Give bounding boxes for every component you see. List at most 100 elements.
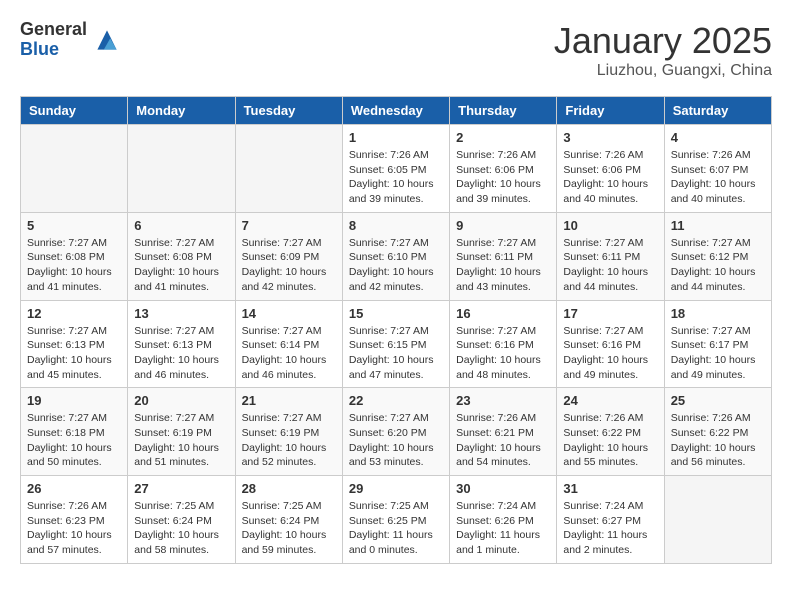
day-number: 26 (27, 481, 121, 496)
day-info: Sunrise: 7:26 AM Sunset: 6:06 PM Dayligh… (563, 148, 657, 207)
calendar-cell: 21Sunrise: 7:27 AM Sunset: 6:19 PM Dayli… (235, 388, 342, 476)
calendar-cell: 16 Sunrise: 7:27 AM Sunset: 6:16 PM Dayli… (450, 300, 557, 388)
calendar-cell: 18Sunrise: 7:27 AM Sunset: 6:17 PM Dayli… (664, 300, 771, 388)
day-number: 29 (349, 481, 443, 496)
day-number: 24 (563, 393, 657, 408)
calendar-cell: 30Sunrise: 7:24 AM Sunset: 6:26 PM Dayli… (450, 476, 557, 564)
logo-general-text: General (20, 20, 87, 40)
calendar-table: SundayMondayTuesdayWednesdayThursdayFrid… (20, 96, 772, 564)
calendar-cell: 13 Sunrise: 7:27 AM Sunset: 6:13 PM Dayli… (128, 300, 235, 388)
day-info: Sunrise: 7:27 AM Sunset: 6:13 PM Dayligh… (27, 324, 121, 383)
day-info: Sunrise: 7:26 AM Sunset: 6:22 PM Dayligh… (671, 411, 765, 470)
calendar-cell: 27Sunrise: 7:25 AM Sunset: 6:24 PM Dayli… (128, 476, 235, 564)
day-info: Sunrise: 7:27 AM Sunset: 6:08 PM Dayligh… (134, 236, 228, 295)
weekday-header-tuesday: Tuesday (235, 97, 342, 125)
day-info: Sunrise: 7:27 AM Sunset: 6:10 PM Dayligh… (349, 236, 443, 295)
day-number: 23 (456, 393, 550, 408)
calendar-cell (235, 125, 342, 213)
weekday-header-sunday: Sunday (21, 97, 128, 125)
day-number: 16 (456, 306, 550, 321)
day-number: 31 (563, 481, 657, 496)
weekday-header-thursday: Thursday (450, 97, 557, 125)
calendar-cell: 26Sunrise: 7:26 AM Sunset: 6:23 PM Dayli… (21, 476, 128, 564)
day-number: 11 (671, 218, 765, 233)
day-number: 3 (563, 130, 657, 145)
day-info: Sunrise: 7:27 AM Sunset: 6:12 PM Dayligh… (671, 236, 765, 295)
day-info: Sunrise: 7:27 AM Sunset: 6:19 PM Dayligh… (134, 411, 228, 470)
day-info: Sunrise: 7:26 AM Sunset: 6:21 PM Dayligh… (456, 411, 550, 470)
calendar-cell: 9 Sunrise: 7:27 AM Sunset: 6:11 PM Daylig… (450, 212, 557, 300)
calendar-cell: 8 Sunrise: 7:27 AM Sunset: 6:10 PM Daylig… (342, 212, 449, 300)
calendar-cell (21, 125, 128, 213)
day-info: Sunrise: 7:26 AM Sunset: 6:07 PM Dayligh… (671, 148, 765, 207)
day-number: 25 (671, 393, 765, 408)
calendar-cell: 10 Sunrise: 7:27 AM Sunset: 6:11 PM Dayli… (557, 212, 664, 300)
day-info: Sunrise: 7:27 AM Sunset: 6:16 PM Dayligh… (563, 324, 657, 383)
title-block: January 2025 Liuzhou, Guangxi, China (554, 20, 772, 80)
week-row-2: 5 Sunrise: 7:27 AM Sunset: 6:08 PM Daylig… (21, 212, 772, 300)
calendar-cell: 7Sunrise: 7:27 AM Sunset: 6:09 PM Daylig… (235, 212, 342, 300)
day-number: 7 (242, 218, 336, 233)
calendar-cell: 23 Sunrise: 7:26 AM Sunset: 6:21 PM Dayli… (450, 388, 557, 476)
day-info: Sunrise: 7:24 AM Sunset: 6:27 PM Dayligh… (563, 499, 657, 558)
day-info: Sunrise: 7:26 AM Sunset: 6:22 PM Dayligh… (563, 411, 657, 470)
calendar-cell (128, 125, 235, 213)
calendar-cell: 29 Sunrise: 7:25 AM Sunset: 6:25 PM Dayli… (342, 476, 449, 564)
day-number: 1 (349, 130, 443, 145)
day-number: 15 (349, 306, 443, 321)
week-row-5: 26Sunrise: 7:26 AM Sunset: 6:23 PM Dayli… (21, 476, 772, 564)
day-number: 2 (456, 130, 550, 145)
day-number: 8 (349, 218, 443, 233)
calendar-cell: 11 Sunrise: 7:27 AM Sunset: 6:12 PM Dayli… (664, 212, 771, 300)
day-number: 4 (671, 130, 765, 145)
day-number: 19 (27, 393, 121, 408)
weekday-header-saturday: Saturday (664, 97, 771, 125)
day-info: Sunrise: 7:27 AM Sunset: 6:16 PM Dayligh… (456, 324, 550, 383)
day-info: Sunrise: 7:27 AM Sunset: 6:11 PM Dayligh… (563, 236, 657, 295)
day-number: 9 (456, 218, 550, 233)
day-info: Sunrise: 7:26 AM Sunset: 6:05 PM Dayligh… (349, 148, 443, 207)
day-info: Sunrise: 7:27 AM Sunset: 6:11 PM Dayligh… (456, 236, 550, 295)
day-info: Sunrise: 7:27 AM Sunset: 6:13 PM Dayligh… (134, 324, 228, 383)
week-row-3: 12 Sunrise: 7:27 AM Sunset: 6:13 PM Dayli… (21, 300, 772, 388)
day-info: Sunrise: 7:24 AM Sunset: 6:26 PM Dayligh… (456, 499, 550, 558)
calendar-cell: 17 Sunrise: 7:27 AM Sunset: 6:16 PM Dayli… (557, 300, 664, 388)
day-info: Sunrise: 7:27 AM Sunset: 6:08 PM Dayligh… (27, 236, 121, 295)
day-info: Sunrise: 7:25 AM Sunset: 6:24 PM Dayligh… (134, 499, 228, 558)
calendar-cell: 24 Sunrise: 7:26 AM Sunset: 6:22 PM Dayli… (557, 388, 664, 476)
week-row-4: 19 Sunrise: 7:27 AM Sunset: 6:18 PM Dayli… (21, 388, 772, 476)
calendar-cell: 15Sunrise: 7:27 AM Sunset: 6:15 PM Dayli… (342, 300, 449, 388)
month-title: January 2025 (554, 20, 772, 62)
day-number: 13 (134, 306, 228, 321)
day-info: Sunrise: 7:25 AM Sunset: 6:24 PM Dayligh… (242, 499, 336, 558)
location-subtitle: Liuzhou, Guangxi, China (554, 62, 772, 80)
day-info: Sunrise: 7:27 AM Sunset: 6:18 PM Dayligh… (27, 411, 121, 470)
day-info: Sunrise: 7:25 AM Sunset: 6:25 PM Dayligh… (349, 499, 443, 558)
day-number: 28 (242, 481, 336, 496)
weekday-header-wednesday: Wednesday (342, 97, 449, 125)
calendar-cell: 19 Sunrise: 7:27 AM Sunset: 6:18 PM Dayli… (21, 388, 128, 476)
day-number: 17 (563, 306, 657, 321)
logo-blue-text: Blue (20, 40, 87, 60)
day-number: 6 (134, 218, 228, 233)
calendar-cell: 28 Sunrise: 7:25 AM Sunset: 6:24 PM Dayli… (235, 476, 342, 564)
day-info: Sunrise: 7:27 AM Sunset: 6:17 PM Dayligh… (671, 324, 765, 383)
week-row-1: 1 Sunrise: 7:26 AM Sunset: 6:05 PM Daylig… (21, 125, 772, 213)
calendar-cell (664, 476, 771, 564)
logo: General Blue (20, 20, 123, 60)
day-number: 10 (563, 218, 657, 233)
calendar-cell: 2 Sunrise: 7:26 AM Sunset: 6:06 PM Daylig… (450, 125, 557, 213)
page-header: General Blue January 2025 Liuzhou, Guang… (20, 20, 772, 80)
day-info: Sunrise: 7:26 AM Sunset: 6:06 PM Dayligh… (456, 148, 550, 207)
day-number: 20 (134, 393, 228, 408)
calendar-cell: 12 Sunrise: 7:27 AM Sunset: 6:13 PM Dayli… (21, 300, 128, 388)
day-number: 12 (27, 306, 121, 321)
calendar-cell: 25 Sunrise: 7:26 AM Sunset: 6:22 PM Dayli… (664, 388, 771, 476)
weekday-header-friday: Friday (557, 97, 664, 125)
weekday-header-row: SundayMondayTuesdayWednesdayThursdayFrid… (21, 97, 772, 125)
day-info: Sunrise: 7:27 AM Sunset: 6:20 PM Dayligh… (349, 411, 443, 470)
calendar-cell: 5 Sunrise: 7:27 AM Sunset: 6:08 PM Daylig… (21, 212, 128, 300)
calendar-cell: 6 Sunrise: 7:27 AM Sunset: 6:08 PM Daylig… (128, 212, 235, 300)
day-number: 5 (27, 218, 121, 233)
calendar-cell: 22Sunrise: 7:27 AM Sunset: 6:20 PM Dayli… (342, 388, 449, 476)
